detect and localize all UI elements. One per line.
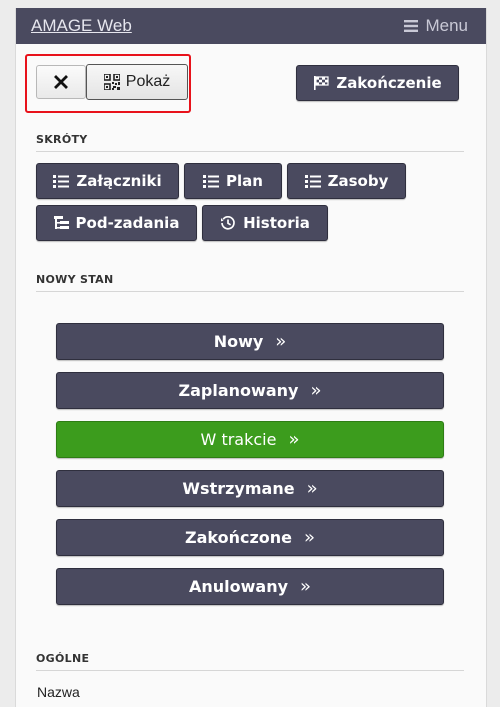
state-cancelled-button[interactable]: Anulowany » — [56, 568, 444, 605]
tree-icon — [53, 215, 69, 229]
page: AMAGE Web Menu Pokaż Zakończenie SKRÓTY … — [15, 8, 487, 707]
name-field-label: Nazwa — [37, 684, 80, 700]
state-label: Wstrzymane — [182, 479, 295, 498]
finish-button[interactable]: Zakończenie — [296, 65, 459, 101]
show-qr-button[interactable]: Pokaż — [86, 64, 188, 100]
list-icon — [304, 174, 321, 188]
shortcuts-heading: SKRÓTY — [36, 133, 464, 152]
shortcut-attachments-button[interactable]: Załączniki — [36, 163, 179, 199]
state-paused-button[interactable]: Wstrzymane » — [56, 470, 444, 507]
close-icon — [54, 75, 68, 89]
brand-link[interactable]: AMAGE Web — [31, 16, 132, 36]
hamburger-icon — [404, 20, 419, 32]
close-button[interactable] — [36, 65, 86, 99]
show-label: Pokaż — [125, 73, 171, 90]
chevron-double-right-icon: » — [306, 477, 318, 499]
shortcut-label: Historia — [243, 214, 310, 232]
state-label: Anulowany — [188, 577, 289, 596]
shortcut-history-button[interactable]: Historia — [202, 205, 328, 241]
state-planned-button[interactable]: Zaplanowany » — [56, 372, 444, 409]
chevron-double-right-icon: » — [275, 330, 287, 352]
chevron-double-right-icon: » — [300, 575, 312, 597]
shortcut-label: Pod-zadania — [75, 214, 180, 232]
menu-label: Menu — [425, 16, 468, 35]
state-label: Zaplanowany — [178, 381, 299, 400]
shortcut-label: Plan — [226, 172, 263, 190]
chevron-double-right-icon: » — [310, 379, 322, 401]
shortcut-label: Zasoby — [327, 172, 389, 190]
state-label: Nowy — [213, 332, 264, 351]
state-new-button[interactable]: Nowy » — [56, 323, 444, 360]
state-label: Zakończone — [184, 528, 292, 547]
chevron-double-right-icon: » — [288, 428, 300, 450]
state-completed-button[interactable]: Zakończone » — [56, 519, 444, 556]
shortcut-label: Załączniki — [76, 172, 162, 190]
history-icon — [221, 215, 235, 230]
finish-label: Zakończenie — [336, 74, 442, 92]
shortcut-plan-button[interactable]: Plan — [184, 163, 282, 199]
list-icon — [203, 174, 220, 188]
shortcut-resources-button[interactable]: Zasoby — [287, 163, 406, 199]
state-label: W trakcie — [200, 430, 277, 449]
qr-code-icon — [103, 74, 120, 90]
state-in-progress-button[interactable]: W trakcie » — [56, 421, 444, 458]
list-icon — [53, 174, 70, 188]
general-heading: OGÓLNE — [36, 652, 464, 671]
new-state-heading: NOWY STAN — [36, 273, 464, 292]
top-navbar: AMAGE Web Menu — [16, 8, 486, 44]
menu-button[interactable]: Menu — [404, 16, 468, 36]
shortcut-subtasks-button[interactable]: Pod-zadania — [36, 205, 197, 241]
checkered-flag-icon — [314, 76, 329, 90]
chevron-double-right-icon: » — [304, 526, 316, 548]
